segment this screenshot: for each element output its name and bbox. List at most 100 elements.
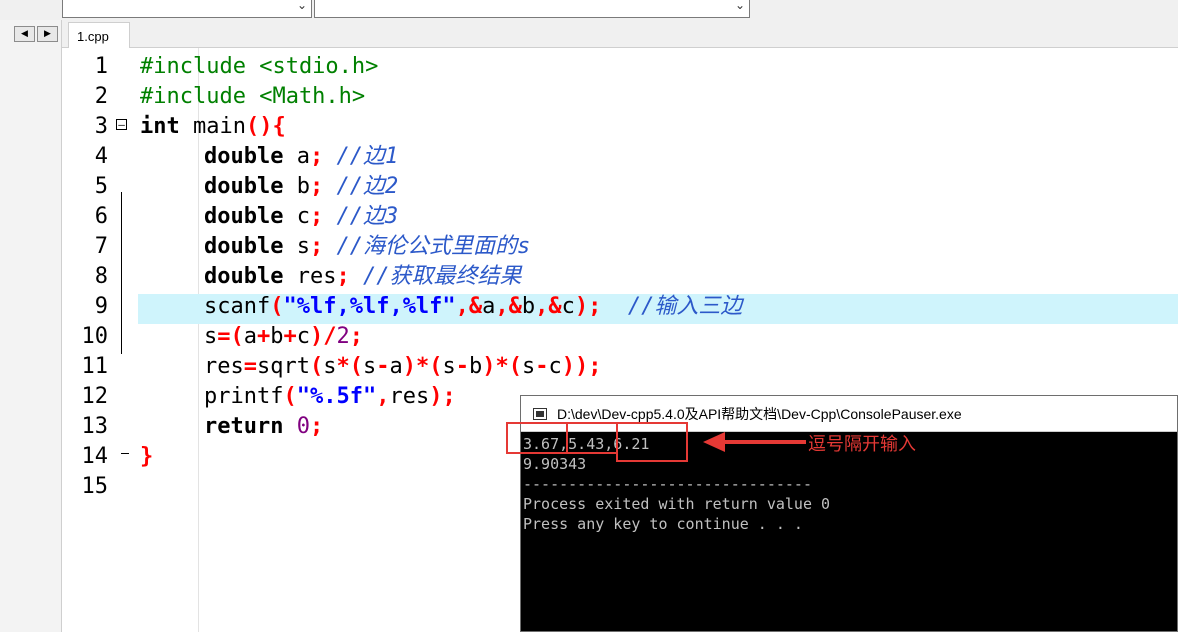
line-number: 2: [94, 84, 108, 109]
identifier: a: [482, 294, 496, 319]
number-literal: 2: [336, 324, 350, 349]
operator: ));: [561, 354, 602, 379]
code-line: 10 s=(a+b+c)/2;: [62, 322, 1178, 352]
comment: //输入三边: [601, 294, 743, 319]
identifier: s: [442, 354, 456, 379]
line-number: 14: [81, 444, 109, 469]
comment: //海伦公式里面的s: [323, 234, 531, 259]
identifier: c: [296, 324, 310, 349]
console-exit-message: Process exited with return value 0: [523, 495, 831, 513]
identifier: a: [243, 324, 257, 349]
code-line: 9 scanf("%lf,%lf,%lf",&a,&b,&c); //输入三边: [62, 292, 1178, 322]
operator: -: [376, 354, 390, 379]
operator: ;: [336, 264, 350, 289]
toolbar: ⌄ ⌄: [0, 0, 1178, 20]
class-combobox[interactable]: ⌄: [62, 0, 312, 18]
identifier: b: [521, 294, 536, 319]
chevron-down-icon[interactable]: ⌄: [735, 0, 745, 12]
operator: )/: [310, 324, 337, 349]
line-number: 4: [94, 144, 108, 169]
code-text: printf("%.5f",res);: [204, 382, 456, 412]
number-literal: 0: [283, 414, 310, 439]
operator: -: [455, 354, 469, 379]
line-number: 13: [81, 414, 109, 439]
code-text: #include <stdio.h>: [140, 54, 379, 79]
arrow-head-icon: [703, 432, 725, 452]
member-combobox[interactable]: ⌄: [314, 0, 750, 18]
code-line: 7 double s; //海伦公式里面的s: [62, 232, 1178, 262]
keyword: double: [204, 144, 284, 169]
identifier: c: [561, 294, 575, 319]
annotation-arrow: [712, 440, 806, 444]
line-number: 5: [94, 174, 108, 199]
line-number: 11: [81, 354, 109, 379]
highlight-box: [566, 422, 618, 454]
code-text: scanf("%lf,%lf,%lf",&a,&b,&c); //输入三边: [204, 292, 742, 322]
tab-1-cpp[interactable]: 1.cpp: [68, 22, 130, 48]
operator: ;: [309, 414, 324, 439]
keyword: double: [204, 264, 284, 289]
code-line: 6 double c; //边3: [62, 202, 1178, 232]
operator: (: [309, 354, 324, 379]
code-text: s=(a+b+c)/2;: [204, 322, 363, 352]
line-number: 10: [81, 324, 109, 349]
operator: =(: [217, 324, 244, 349]
highlight-box: [616, 422, 688, 462]
identifier: s: [521, 354, 536, 379]
code-text: res=sqrt(s*(s-a)*(s-b)*(s-c));: [204, 352, 601, 382]
chevron-down-icon[interactable]: ⌄: [297, 0, 307, 12]
console-output-line: 9.90343: [523, 455, 587, 473]
highlight-box: [506, 422, 568, 454]
identifier: printf: [204, 384, 284, 409]
line-number: 9: [94, 294, 108, 319]
code-text: int main(){: [140, 112, 286, 142]
code-text: double b; //边2: [204, 172, 398, 202]
keyword: int: [140, 114, 180, 139]
code-line: 8 double res; //获取最终结果: [62, 262, 1178, 292]
operator: +: [283, 324, 297, 349]
keyword: double: [204, 234, 284, 259]
operator: *(: [336, 354, 363, 379]
identifier: b: [270, 324, 284, 349]
line-number: 1: [94, 54, 108, 79]
operator: ;: [349, 324, 363, 349]
code-text: #include <Math.h>: [140, 84, 366, 109]
code-text: double c; //边3: [204, 202, 398, 232]
operator: ;: [309, 144, 324, 169]
comment: //获取最终结果: [349, 264, 522, 289]
code-text: return 0;: [204, 412, 323, 442]
keyword: double: [204, 174, 284, 199]
comment: //边1: [323, 144, 399, 169]
operator: ;: [309, 234, 324, 259]
operator: ;: [309, 204, 324, 229]
console-separator: --------------------------------: [523, 475, 812, 493]
scroll-right-button[interactable]: ▶: [37, 26, 58, 42]
operator: ,&: [535, 294, 562, 319]
operator: (: [283, 384, 297, 409]
editor-tab-bar: 1.cpp: [62, 20, 1178, 48]
code-text: double a; //边1: [204, 142, 398, 172]
line-number: 6: [94, 204, 108, 229]
identifier: s: [204, 324, 218, 349]
keyword: double: [204, 204, 284, 229]
line-number: 7: [94, 234, 108, 259]
operator: =: [243, 354, 257, 379]
code-text: double s; //海伦公式里面的s: [204, 232, 530, 262]
line-number: 8: [94, 264, 108, 289]
operator: )*(: [402, 354, 443, 379]
fold-collapse-icon[interactable]: –: [116, 119, 127, 130]
code-line: 3 – int main(){: [62, 112, 1178, 142]
operator: (: [270, 294, 284, 319]
code-line: 5 double b; //边2: [62, 172, 1178, 202]
console-app-icon: [533, 408, 547, 420]
identifier: a: [389, 354, 403, 379]
operator: );: [574, 294, 602, 319]
operator: );: [429, 384, 456, 409]
code-line: 2 #include <Math.h>: [62, 82, 1178, 112]
keyword: return: [204, 414, 284, 439]
identifier: res: [283, 264, 337, 289]
identifier: scanf: [204, 294, 271, 319]
console-continue-prompt: Press any key to continue . . .: [523, 515, 803, 533]
comment: //边2: [323, 174, 399, 199]
scroll-left-button[interactable]: ◀: [14, 26, 35, 42]
